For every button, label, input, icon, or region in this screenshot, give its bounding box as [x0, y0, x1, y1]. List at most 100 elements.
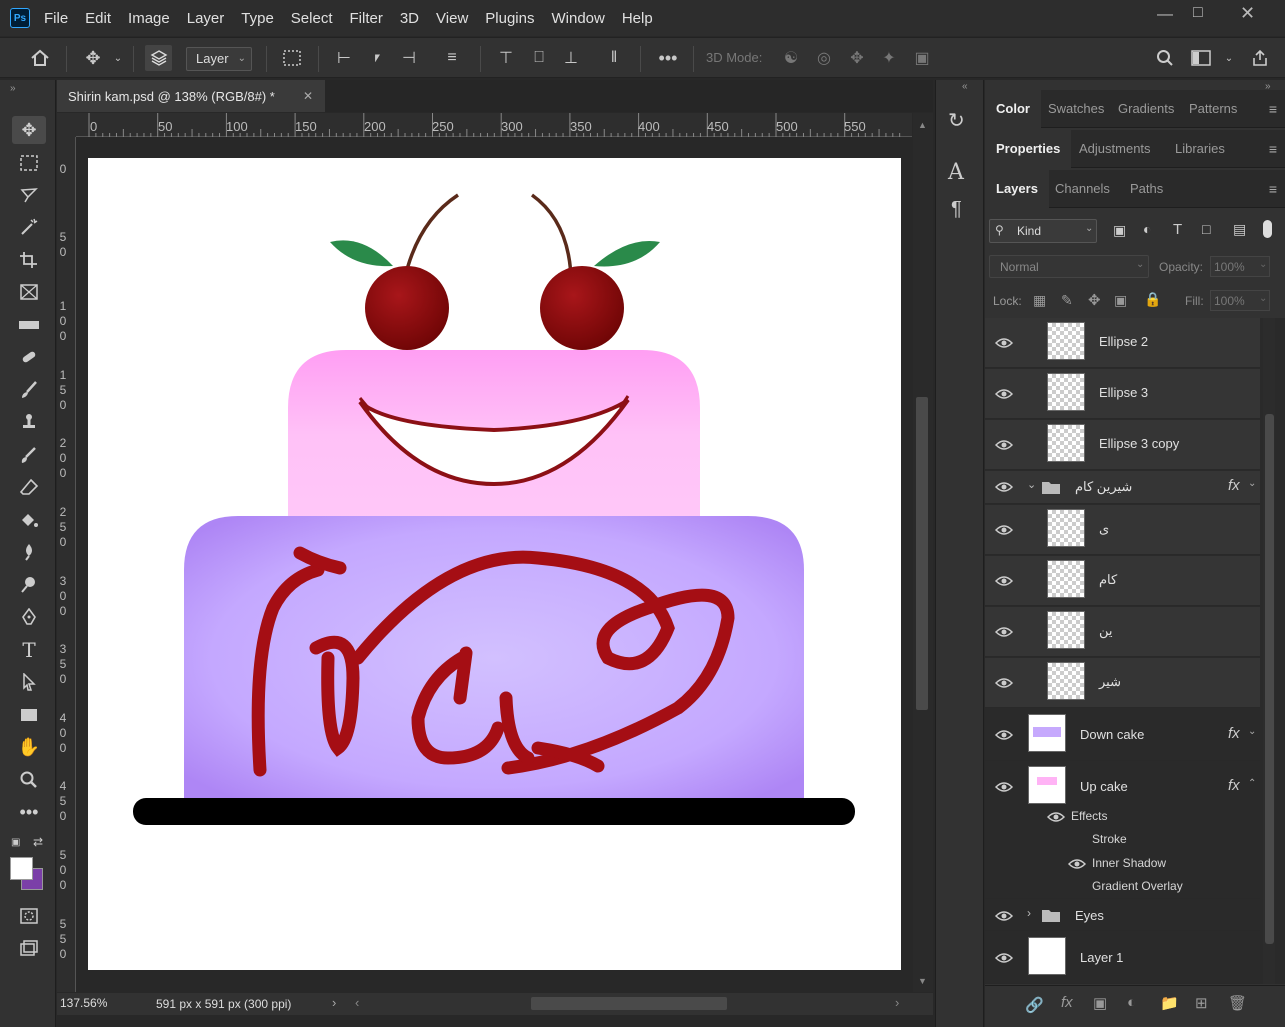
search-icon[interactable] — [1153, 38, 1177, 78]
align-top-icon[interactable]: ⊤ — [495, 38, 517, 78]
visibility-eye-icon[interactable] — [995, 575, 1013, 587]
layer-row[interactable]: Up cake fx ⌃ — [985, 761, 1260, 813]
new-adjustment-layer-icon[interactable]: ◐ — [1127, 994, 1136, 1011]
layer-name[interactable]: کام — [1099, 572, 1117, 588]
new-group-icon[interactable]: 📁 — [1160, 994, 1179, 1012]
group-name[interactable]: Eyes — [1075, 908, 1104, 923]
zoom-icon[interactable] — [12, 766, 46, 794]
distribute-horizontal-icon[interactable]: ≡ — [440, 38, 464, 78]
auto-select-target-dropdown[interactable]: Layer ⌄ — [186, 47, 252, 71]
document-canvas[interactable] — [88, 158, 901, 970]
align-left-icon[interactable]: ⊢ — [333, 38, 355, 78]
layer-row[interactable]: Ellipse 2 — [985, 318, 1260, 368]
auto-select-layers-icon[interactable] — [145, 45, 172, 71]
group-name[interactable]: شیرین کام — [1075, 479, 1132, 495]
visibility-eye-icon[interactable] — [995, 910, 1013, 922]
transform-controls-icon[interactable] — [280, 38, 304, 78]
zoom-level[interactable]: 137.56% — [60, 996, 107, 1010]
align-vertical-center-icon[interactable]: ⎕ — [528, 38, 550, 78]
tab-channels[interactable]: Channels — [1055, 170, 1110, 208]
lock-position-icon[interactable]: ✥ — [1088, 291, 1101, 309]
tab-gradients[interactable]: Gradients — [1118, 90, 1174, 128]
maximize-icon[interactable]: □ — [1193, 4, 1203, 22]
fx-icon[interactable]: fx — [1228, 477, 1240, 494]
blur-icon[interactable] — [12, 538, 46, 566]
lock-transparent-icon[interactable]: ▦ — [1033, 292, 1046, 309]
effect-inner-shadow[interactable]: Inner Shadow — [1092, 856, 1166, 870]
align-bottom-icon[interactable]: ⊥ — [560, 38, 582, 78]
tab-layers[interactable]: Layers — [985, 170, 1049, 208]
effect-stroke[interactable]: Stroke — [1092, 832, 1127, 846]
lock-all-icon[interactable]: 🔒 — [1144, 291, 1161, 308]
menu-help[interactable]: Help — [622, 10, 653, 27]
history-panel-icon[interactable]: ↻ — [948, 108, 965, 133]
visibility-eye-icon[interactable] — [995, 781, 1013, 793]
layer-row[interactable]: کام — [985, 556, 1260, 606]
tab-color[interactable]: Color — [985, 90, 1041, 128]
layer-row[interactable]: Layer 1 — [985, 932, 1260, 984]
horizontal-scroll-thumb[interactable] — [531, 997, 727, 1010]
menu-edit[interactable]: Edit — [85, 10, 111, 27]
edit-toolbar-icon[interactable]: ••• — [12, 798, 46, 826]
path-selection-icon[interactable] — [12, 668, 46, 696]
minimize-icon[interactable]: — — [1157, 6, 1173, 24]
layer-name[interactable]: Ellipse 2 — [1099, 334, 1148, 349]
menu-filter[interactable]: Filter — [350, 10, 383, 27]
chevron-down-icon[interactable]: ⌄ — [112, 38, 124, 78]
chevron-right-icon[interactable]: › — [332, 995, 336, 1010]
filter-toggle[interactable] — [1263, 220, 1272, 238]
fx-icon[interactable]: fx — [1228, 777, 1240, 794]
paint-bucket-icon[interactable] — [12, 506, 46, 534]
menu-plugins[interactable]: Plugins — [485, 10, 534, 27]
scroll-right-icon[interactable]: › — [895, 995, 899, 1010]
distribute-vertical-icon[interactable]: ‖ — [602, 38, 626, 78]
foreground-color-swatch[interactable] — [10, 857, 33, 880]
layer-name[interactable]: ین — [1099, 623, 1113, 639]
more-options-icon[interactable]: ••• — [654, 38, 682, 78]
add-mask-icon[interactable]: ▣ — [1093, 994, 1107, 1012]
move-tool-icon[interactable]: ✥ — [80, 38, 106, 78]
swap-colors-icon[interactable]: ⇄ — [33, 835, 43, 849]
panel-menu-icon[interactable]: ≡ — [1269, 101, 1277, 117]
filter-pixel-icon[interactable]: ▣ — [1113, 222, 1126, 239]
chevron-right-icon[interactable]: › — [1027, 906, 1031, 920]
brush-icon[interactable] — [12, 376, 46, 404]
chevron-down-icon[interactable]: ⌄ — [1248, 726, 1256, 737]
layer-name[interactable]: شیر — [1099, 674, 1121, 690]
add-layer-style-icon[interactable]: fx — [1061, 994, 1073, 1011]
screen-mode-icon[interactable] — [12, 934, 46, 962]
effects-label[interactable]: Effects — [1071, 809, 1107, 823]
layers-scroll-thumb[interactable] — [1265, 414, 1274, 944]
visibility-eye-icon[interactable] — [995, 388, 1013, 400]
menu-3d[interactable]: 3D — [400, 10, 419, 27]
document-info[interactable]: 591 px x 591 px (300 ppi) — [156, 997, 291, 1011]
layer-name[interactable]: Down cake — [1080, 727, 1144, 742]
clone-stamp-icon[interactable] — [12, 408, 46, 436]
panel-menu-icon[interactable]: ≡ — [1269, 141, 1277, 157]
layer-name[interactable]: Ellipse 3 copy — [1099, 436, 1179, 451]
tab-libraries[interactable]: Libraries — [1175, 130, 1225, 168]
share-icon[interactable] — [1248, 38, 1272, 78]
tab-paths[interactable]: Paths — [1130, 170, 1163, 208]
quick-mask-icon[interactable] — [12, 902, 46, 930]
filter-shape-icon[interactable]: □ — [1202, 221, 1210, 237]
visibility-eye-icon[interactable] — [995, 337, 1013, 349]
visibility-eye-icon[interactable] — [995, 952, 1013, 964]
menu-layer[interactable]: Layer — [187, 10, 225, 27]
vertical-scroll-thumb[interactable] — [916, 397, 928, 710]
layer-name[interactable]: Layer 1 — [1080, 950, 1123, 965]
new-layer-icon[interactable]: ⊞ — [1195, 994, 1208, 1012]
lock-image-icon[interactable]: ✎ — [1061, 292, 1073, 309]
scroll-up-icon[interactable]: ▲ — [918, 120, 927, 130]
scroll-left-icon[interactable]: ‹ — [355, 995, 359, 1010]
default-colors-icon[interactable]: ▣ — [11, 837, 20, 848]
visibility-eye-icon[interactable] — [995, 626, 1013, 638]
align-horizontal-center-icon[interactable]: ⎖ — [366, 38, 388, 78]
layer-name[interactable]: Ellipse 3 — [1099, 385, 1148, 400]
menu-type[interactable]: Type — [241, 10, 274, 27]
visibility-eye-icon[interactable] — [995, 481, 1013, 493]
visibility-eye-icon[interactable] — [995, 677, 1013, 689]
visibility-eye-icon[interactable] — [995, 439, 1013, 451]
layer-group-row[interactable]: › Eyes — [985, 898, 1260, 931]
layer-row[interactable]: ین — [985, 607, 1260, 657]
